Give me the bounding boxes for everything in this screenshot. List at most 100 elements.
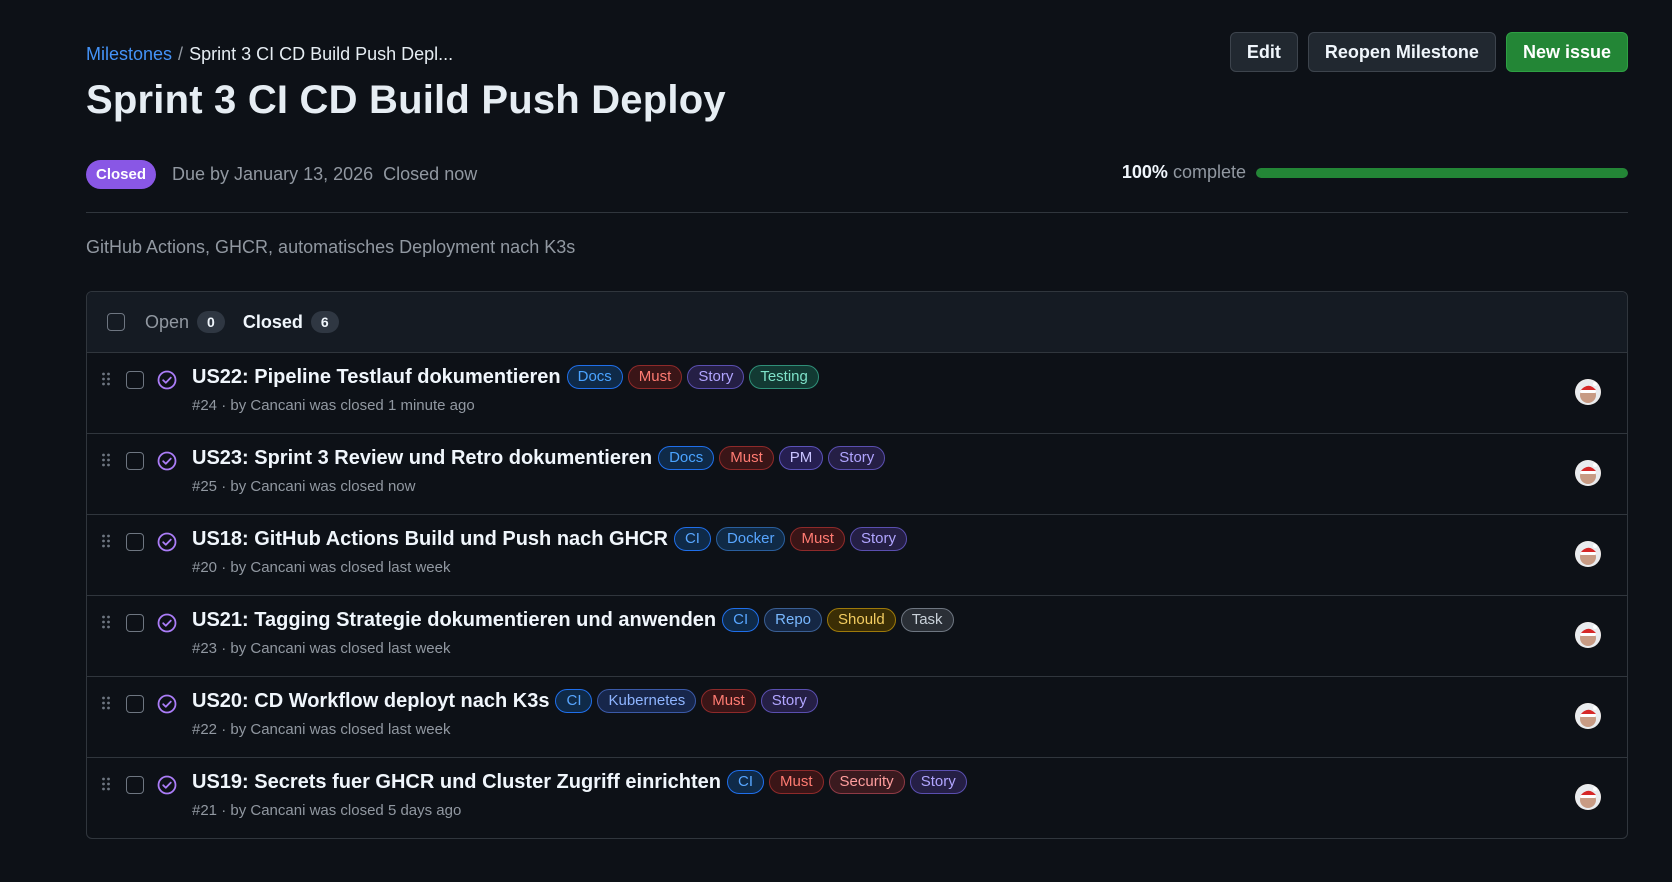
breadcrumb-milestones-link[interactable]: Milestones	[86, 44, 172, 65]
issue-meta: #22 · by Cancani was closed last week	[192, 721, 451, 738]
closed-filter-tab[interactable]: Closed 6	[243, 311, 339, 333]
issue-title-line: US20: CD Workflow deployt nach K3s CI Kube…	[192, 689, 818, 713]
issue-label[interactable]: Should	[827, 608, 896, 632]
open-filter-tab[interactable]: Open 0	[145, 311, 225, 333]
assignee-avatar[interactable]	[1575, 541, 1601, 567]
issue-row[interactable]: US21: Tagging Strategie dokumentieren un…	[87, 595, 1627, 676]
issue-closed-icon	[157, 451, 177, 476]
progress: 100% complete	[1122, 162, 1628, 183]
assignee-avatar[interactable]	[1575, 622, 1601, 648]
drag-handle-icon[interactable]	[101, 371, 111, 392]
issue-label[interactable]: Docs	[658, 446, 715, 470]
issue-label[interactable]: Story	[849, 527, 907, 551]
issue-meta: #21 · by Cancani was closed 5 days ago	[192, 802, 462, 819]
issue-label[interactable]: CI	[722, 608, 760, 632]
drag-handle-icon[interactable]	[101, 695, 111, 716]
open-count: 0	[197, 311, 225, 333]
select-all-checkbox[interactable]	[107, 313, 125, 331]
progress-bar-fill	[1256, 167, 1628, 178]
issue-list: Open 0 Closed 6 US22: Pipeline Testlauf …	[86, 291, 1628, 839]
issue-title-link[interactable]: US23: Sprint 3 Review und Retro dokument…	[192, 447, 652, 470]
progress-bar	[1256, 167, 1628, 178]
issue-checkbox[interactable]	[126, 371, 144, 389]
issue-label[interactable]: Security	[828, 770, 905, 794]
issue-label[interactable]: Story	[828, 446, 886, 470]
progress-percent: 100%	[1121, 162, 1168, 182]
header-actions: Edit Reopen Milestone New issue	[1229, 32, 1628, 72]
open-filter-label: Open	[145, 311, 190, 332]
issue-label[interactable]: Story	[687, 365, 745, 389]
issue-label[interactable]: Kubernetes	[597, 689, 697, 713]
closed-date: Closed now	[383, 163, 478, 184]
progress-complete-text: complete	[1172, 162, 1246, 182]
issue-closed-icon	[157, 775, 177, 800]
assignee-avatar[interactable]	[1575, 784, 1601, 810]
issue-content: US20: CD Workflow deployt nach K3s CI Kube…	[192, 689, 818, 738]
milestone-description: GitHub Actions, GHCR, automatisches Depl…	[86, 237, 576, 257]
milestone-page: Milestones / Sprint 3 CI CD Build Push D…	[86, 30, 1628, 839]
issue-row[interactable]: US19: Secrets fuer GHCR und Cluster Zugr…	[87, 757, 1627, 838]
page-title: Sprint 3 CI CD Build Push Deploy	[86, 78, 726, 122]
issue-title-line: US22: Pipeline Testlauf dokumentieren Doc…	[192, 365, 819, 389]
issue-label[interactable]: PM	[778, 446, 824, 470]
assignee-avatar[interactable]	[1575, 703, 1601, 729]
issue-label[interactable]: Must	[790, 527, 845, 551]
issue-meta: #24 · by Cancani was closed 1 minute ago	[192, 397, 475, 414]
issue-list-header: Open 0 Closed 6	[87, 292, 1627, 353]
breadcrumb: Milestones / Sprint 3 CI CD Build Push D…	[86, 44, 453, 65]
issue-label[interactable]: Task	[900, 608, 954, 632]
issue-label[interactable]: Story	[909, 770, 967, 794]
issue-content: US23: Sprint 3 Review und Retro dokument…	[192, 446, 886, 495]
issue-closed-icon	[157, 370, 177, 395]
drag-handle-icon[interactable]	[101, 452, 111, 473]
issue-label[interactable]: CI	[555, 689, 593, 713]
assignee-avatar[interactable]	[1575, 379, 1601, 405]
issue-label[interactable]: Must	[719, 446, 774, 470]
issue-row[interactable]: US20: CD Workflow deployt nach K3s CI Kube…	[87, 676, 1627, 757]
issue-label[interactable]: Must	[768, 770, 824, 794]
due-date: Due by January 13, 2026	[172, 163, 374, 184]
status-badge: Closed	[86, 159, 157, 189]
drag-handle-icon[interactable]	[101, 776, 111, 797]
issue-label[interactable]: Docs	[566, 365, 623, 389]
issue-checkbox[interactable]	[126, 776, 144, 794]
issue-title-line: US21: Tagging Strategie dokumentieren un…	[192, 608, 954, 632]
drag-handle-icon[interactable]	[101, 614, 111, 635]
closed-filter-label: Closed	[242, 311, 303, 332]
issue-label[interactable]: Story	[760, 689, 818, 713]
issue-label[interactable]: Must	[627, 365, 683, 389]
issue-content: US19: Secrets fuer GHCR und Cluster Zugr…	[192, 770, 967, 819]
issue-label[interactable]: CI	[726, 770, 764, 794]
issue-checkbox[interactable]	[126, 614, 144, 632]
issue-title-line: US23: Sprint 3 Review und Retro dokument…	[192, 446, 886, 470]
issue-checkbox[interactable]	[126, 695, 144, 713]
edit-button[interactable]: Edit	[1229, 32, 1298, 72]
issue-closed-icon	[157, 694, 177, 719]
issue-label[interactable]: Must	[701, 689, 756, 713]
new-issue-button[interactable]: New issue	[1505, 32, 1628, 72]
issue-checkbox[interactable]	[126, 533, 144, 551]
issue-row[interactable]: US23: Sprint 3 Review und Retro dokument…	[87, 433, 1627, 514]
issue-title-link[interactable]: US21: Tagging Strategie dokumentieren un…	[192, 609, 716, 632]
milestone-meta: Closed Due by January 13, 2026 Closed no…	[86, 152, 1628, 196]
issue-title-link[interactable]: US22: Pipeline Testlauf dokumentieren	[192, 366, 561, 389]
issue-row[interactable]: US18: GitHub Actions Build und Push nach…	[87, 514, 1627, 595]
issue-row[interactable]: US22: Pipeline Testlauf dokumentieren Doc…	[87, 353, 1627, 433]
drag-handle-icon[interactable]	[101, 533, 111, 554]
issue-title-link[interactable]: US18: GitHub Actions Build und Push nach…	[192, 528, 668, 551]
issue-closed-icon	[157, 613, 177, 638]
issue-label[interactable]: Docker	[715, 527, 786, 551]
page-header: Milestones / Sprint 3 CI CD Build Push D…	[86, 30, 1628, 130]
divider	[86, 212, 1628, 213]
issue-label[interactable]: CI	[673, 527, 711, 551]
issue-label[interactable]: Repo	[764, 608, 822, 632]
reopen-milestone-button[interactable]: Reopen Milestone	[1307, 32, 1496, 72]
issue-content: US18: GitHub Actions Build und Push nach…	[192, 527, 907, 576]
assignee-avatar[interactable]	[1575, 460, 1601, 486]
issue-title-link[interactable]: US20: CD Workflow deployt nach K3s	[192, 690, 549, 713]
issue-meta: #23 · by Cancani was closed last week	[192, 640, 451, 657]
issue-label[interactable]: Testing	[749, 365, 819, 389]
issue-title-link[interactable]: US19: Secrets fuer GHCR und Cluster Zugr…	[192, 771, 721, 794]
issue-checkbox[interactable]	[126, 452, 144, 470]
issue-closed-icon	[157, 532, 177, 557]
